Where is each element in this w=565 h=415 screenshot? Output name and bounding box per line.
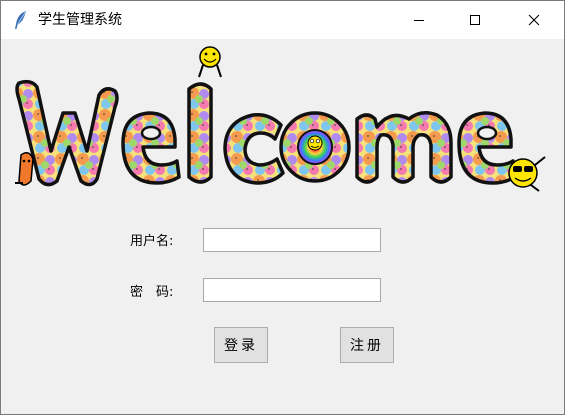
smiley-top-icon (198, 46, 222, 78)
banner-letter-l (187, 82, 213, 184)
maximize-button[interactable] (452, 1, 498, 39)
welcome-banner-image (15, 46, 546, 192)
maximize-icon (470, 15, 480, 25)
banner-letter-e2 (457, 111, 517, 185)
character-left-icon (15, 152, 34, 186)
close-button[interactable] (511, 1, 557, 39)
login-button[interactable]: 登录 (214, 327, 268, 363)
tk-feather-icon (15, 10, 27, 29)
title-bar[interactable]: 学生管理系统 (1, 1, 564, 39)
minimize-button[interactable] (396, 1, 442, 39)
register-button[interactable]: 注册 (340, 327, 394, 363)
window-title: 学生管理系统 (38, 12, 122, 28)
banner-letter-m (355, 111, 453, 184)
username-input[interactable] (203, 228, 381, 252)
client-area: 用户名: 密 码: 登录 注册 (1, 39, 564, 414)
banner-letter-c (223, 112, 285, 185)
smiley-center-icon (307, 135, 323, 151)
app-window: 学生管理系统 用户名: 密 码: 登录 注册 (0, 0, 565, 415)
username-label: 用户名: (130, 234, 174, 249)
sunglasses-smiley-icon (508, 156, 546, 192)
close-icon (528, 14, 540, 26)
password-input[interactable] (203, 278, 381, 302)
password-label: 密 码: (130, 285, 174, 300)
minimize-icon (414, 20, 424, 21)
banner-letter-e (121, 111, 181, 185)
